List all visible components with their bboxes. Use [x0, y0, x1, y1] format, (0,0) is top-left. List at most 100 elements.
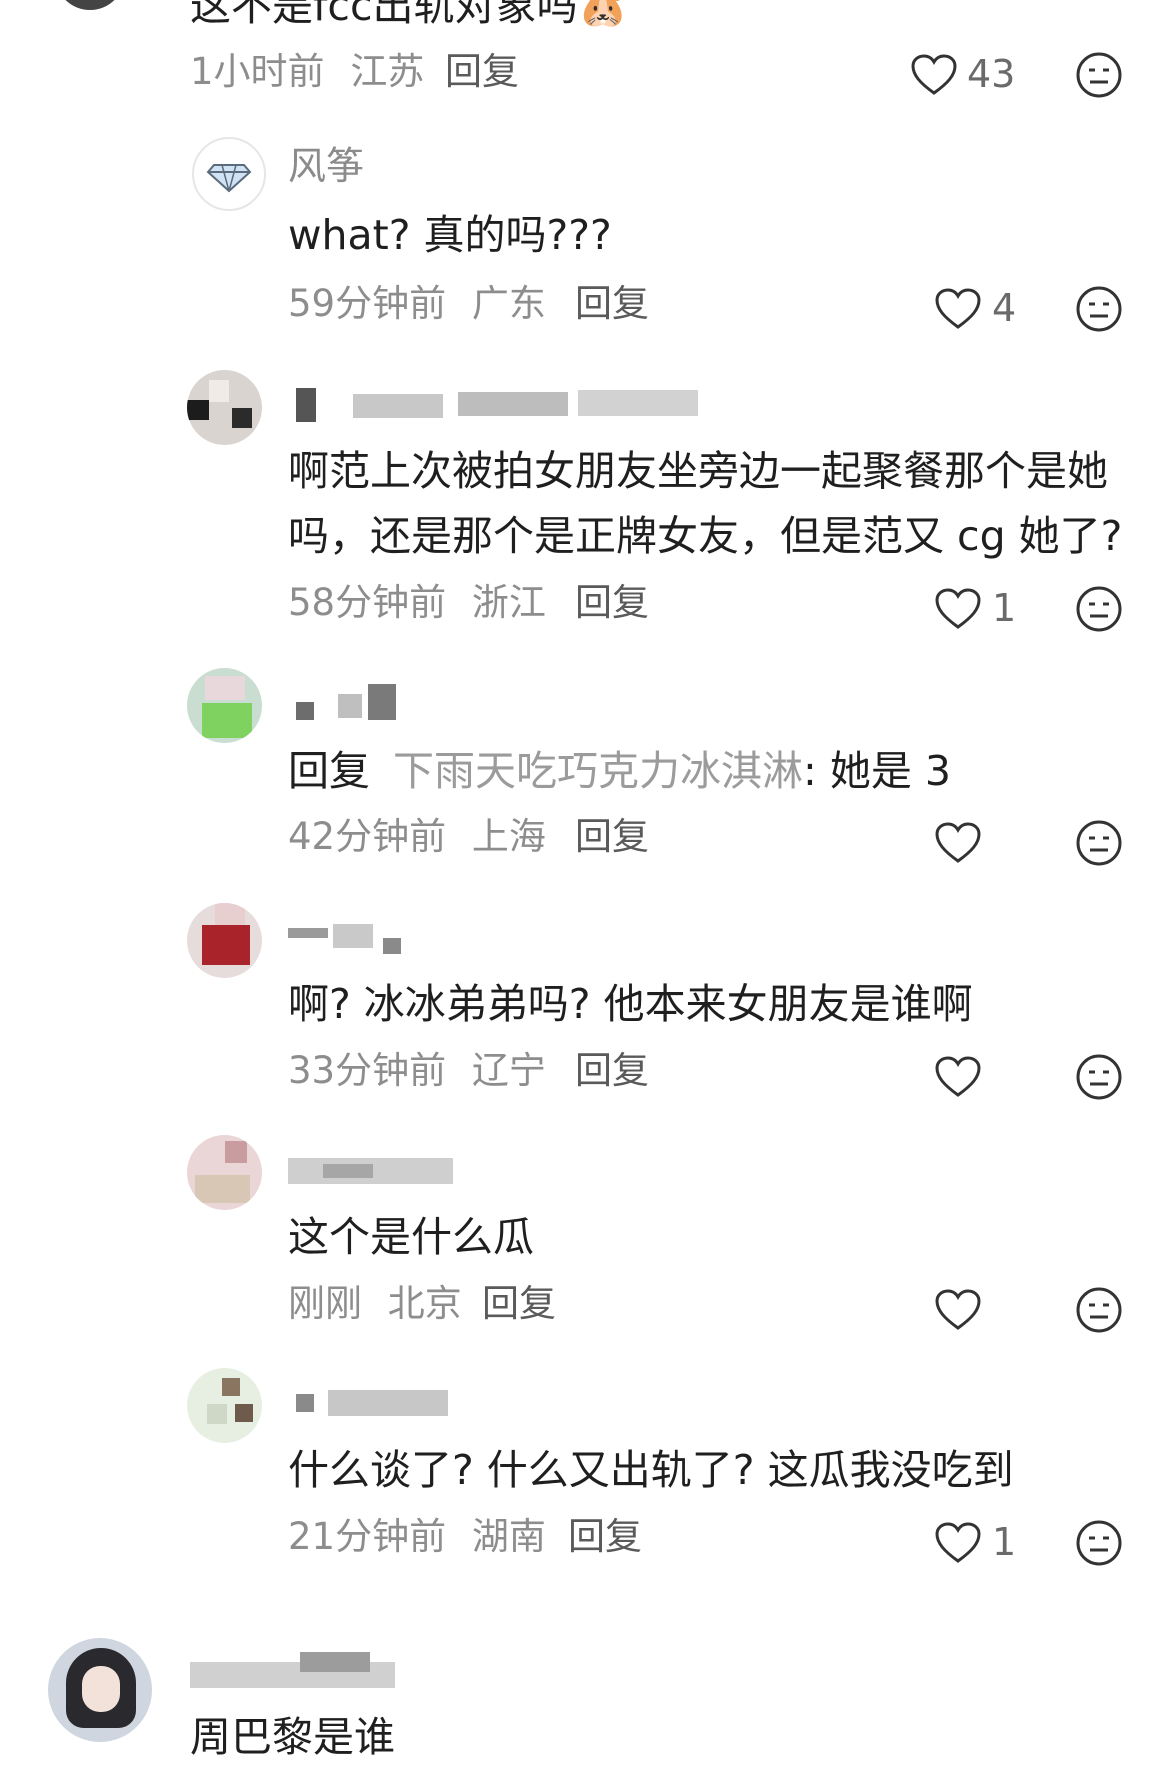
comment-time: 33分钟前: [288, 1049, 447, 1092]
pixelated-block: [328, 1390, 448, 1416]
comment-text: 啊? 冰冰弟弟吗? 他本来女朋友是谁啊: [288, 980, 973, 1028]
comment-text: 周巴黎是谁: [190, 1713, 395, 1761]
comment-thread: 这不是fcc出轨对象吗🐹 1小时前 江苏 回复 43 风筝 what? 真的吗?…: [0, 0, 1162, 1791]
comment-text: 啊范上次被拍女朋友坐旁边一起聚餐那个是她: [288, 447, 1108, 495]
heart-outline-icon[interactable]: [934, 1288, 982, 1332]
comment-text: 什么谈了? 什么又出轨了? 这瓜我没吃到: [288, 1446, 1014, 1494]
avatar[interactable]: [187, 370, 262, 445]
pixelated-block: [222, 1378, 240, 1396]
pixelated-block: [225, 1141, 247, 1163]
avatar[interactable]: [187, 903, 262, 978]
pixelated-block: [296, 388, 316, 422]
pixelated-block: [232, 408, 252, 428]
heart-outline-icon[interactable]: [934, 287, 982, 331]
pixelated-block: [205, 676, 245, 700]
meh-face-icon[interactable]: [1075, 1286, 1123, 1334]
meh-face-icon[interactable]: [1075, 285, 1123, 333]
comment-location: 浙江: [471, 581, 546, 624]
comment-time: 1小时前: [190, 50, 325, 93]
avatar[interactable]: [187, 1135, 262, 1210]
reply-button[interactable]: 回复: [482, 1282, 556, 1326]
comment-text: what? 真的吗???: [288, 211, 612, 259]
pixelated-block: [235, 1404, 253, 1422]
pixelated-block: [187, 400, 209, 420]
comment-location: 北京: [387, 1282, 462, 1325]
pixelated-block: [288, 928, 328, 938]
pixelated-block: [209, 380, 229, 402]
comment-text-line2: 吗，还是那个是正牌女友，但是范又 cg 她了?: [288, 512, 1123, 560]
pixelated-block: [338, 694, 362, 718]
like-count: 43: [967, 52, 1016, 96]
reply-button[interactable]: 回复: [568, 1515, 642, 1559]
username-redacted: [288, 1150, 458, 1186]
comment-time-location: 33分钟前 辽宁: [288, 1049, 546, 1093]
avatar[interactable]: [187, 668, 262, 743]
username-redacted: [288, 684, 418, 720]
like-count: 1: [992, 586, 1017, 630]
comment-time: 刚刚: [288, 1282, 362, 1325]
like-count: 4: [992, 286, 1017, 330]
username-redacted: [190, 1652, 400, 1688]
meh-face-icon[interactable]: [1075, 1519, 1123, 1567]
comment-location: 江苏: [350, 50, 425, 93]
pixelated-block: [296, 702, 314, 720]
avatar[interactable]: [192, 137, 266, 211]
comment-time-location: 刚刚 北京: [288, 1282, 462, 1326]
username-redacted: [288, 918, 418, 954]
username-redacted: [288, 388, 708, 422]
heart-outline-icon[interactable]: [934, 1521, 982, 1565]
heart-outline-icon[interactable]: [934, 821, 982, 865]
reply-button[interactable]: 回复: [445, 50, 519, 94]
reply-prefix: 回复: [288, 747, 370, 795]
pixelated-block: [458, 392, 568, 416]
avatar[interactable]: [48, 1638, 152, 1742]
pixelated-block: [383, 938, 401, 954]
pixelated-block: [202, 703, 252, 738]
pixelated-block: [333, 924, 373, 948]
reply-button[interactable]: 回复: [575, 815, 649, 859]
username-redacted: [288, 1384, 458, 1420]
avatar-face: [82, 1666, 120, 1712]
comment-location: 上海: [471, 815, 546, 858]
meh-face-icon[interactable]: [1075, 51, 1123, 99]
reply-target-username[interactable]: 下雨天吃巧克力冰淇淋: [393, 747, 803, 795]
comment-time-location: 59分钟前 广东: [288, 282, 546, 326]
comment-time: 21分钟前: [288, 1515, 447, 1558]
meh-face-icon[interactable]: [1075, 1053, 1123, 1101]
pixelated-block: [195, 1175, 250, 1203]
pixelated-block: [300, 1652, 370, 1672]
avatar[interactable]: [187, 1368, 262, 1443]
pixelated-block: [323, 1164, 373, 1178]
pixelated-block: [368, 684, 396, 720]
comment-location: 湖南: [471, 1515, 546, 1558]
comment-username[interactable]: 风筝: [288, 144, 364, 190]
pixelated-block: [353, 394, 443, 418]
like-count: 1: [992, 1520, 1017, 1564]
pixelated-block: [578, 390, 698, 416]
reply-button[interactable]: 回复: [575, 581, 649, 625]
pixelated-block: [215, 903, 245, 925]
comment-time-location: 58分钟前 浙江: [288, 581, 546, 625]
meh-face-icon[interactable]: [1075, 585, 1123, 633]
meh-face-icon[interactable]: [1075, 819, 1123, 867]
comment-time: 58分钟前: [288, 581, 447, 624]
heart-outline-icon[interactable]: [934, 1055, 982, 1099]
pixelated-block: [202, 925, 250, 965]
comment-text: 这个是什么瓜: [288, 1213, 534, 1261]
comment-time-location: 42分钟前 上海: [288, 815, 546, 859]
reply-button[interactable]: 回复: [575, 282, 649, 326]
diamond-icon: [206, 164, 252, 193]
comment-text: 回复 下雨天吃巧克力冰淇淋: 她是 3: [288, 747, 951, 796]
reply-button[interactable]: 回复: [575, 1049, 649, 1093]
heart-outline-icon[interactable]: [910, 53, 958, 97]
avatar[interactable]: [55, 0, 125, 10]
comment-time-location: 1小时前 江苏: [190, 50, 424, 94]
comment-time-location: 21分钟前 湖南: [288, 1515, 546, 1559]
comment-location: 广东: [471, 282, 546, 325]
heart-outline-icon[interactable]: [934, 587, 982, 631]
reply-content: : 她是 3: [803, 747, 952, 795]
pixelated-block: [296, 1394, 314, 1412]
comment-text: 这不是fcc出轨对象吗🐹: [190, 0, 629, 30]
comment-time: 42分钟前: [288, 815, 447, 858]
comment-time: 59分钟前: [288, 282, 447, 325]
